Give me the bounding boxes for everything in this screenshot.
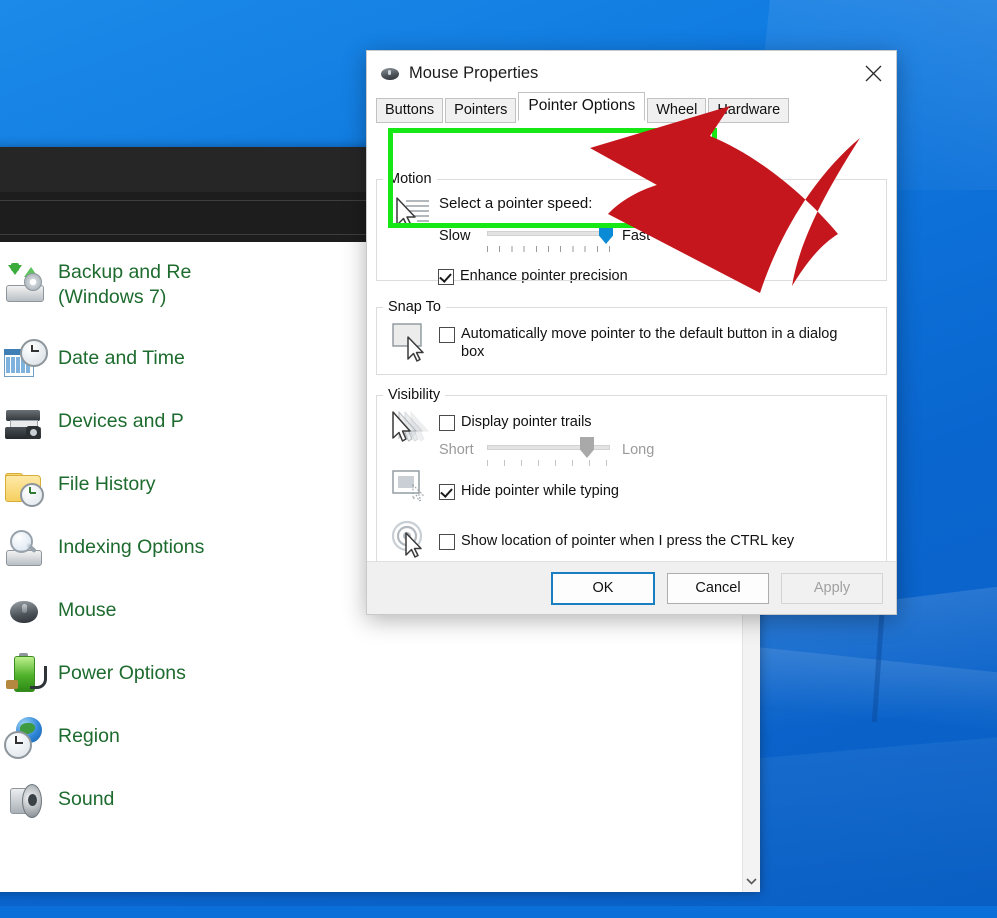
region-icon	[2, 715, 48, 759]
mouse-icon	[381, 67, 399, 80]
pointer-speed-icon	[387, 193, 439, 239]
cancel-button[interactable]: Cancel	[667, 572, 769, 604]
pointer-speed-slider[interactable]: Slow Fast	[439, 223, 876, 252]
slow-label: Slow	[439, 228, 471, 244]
checkbox-box[interactable]	[439, 415, 455, 431]
display-pointer-trails-checkbox[interactable]: Display pointer trails	[439, 413, 876, 431]
list-item[interactable]: Indexing Options	[2, 516, 322, 579]
list-item[interactable]: Region	[2, 705, 322, 768]
checkbox-label: Display pointer trails	[461, 414, 592, 430]
file-history-icon	[2, 463, 48, 507]
ok-button[interactable]: OK	[551, 571, 655, 605]
pointer-trails-slider[interactable]: Short Long	[439, 437, 876, 466]
pointer-speed-label: Select a pointer speed:	[439, 195, 593, 212]
show-location-icon	[387, 519, 439, 565]
dialog-button-row: OK Cancel Apply	[367, 561, 896, 614]
list-item[interactable]: Power Options	[2, 642, 322, 705]
tab-wheel[interactable]: Wheel	[647, 98, 707, 123]
list-item-label: Devices and P	[58, 410, 184, 432]
visibility-legend: Visibility	[388, 387, 441, 403]
list-item[interactable]: Date and Time	[2, 327, 322, 390]
dialog-titlebar: Mouse Properties	[367, 51, 896, 96]
checkbox-box[interactable]	[438, 269, 454, 285]
tab-pointers[interactable]: Pointers	[445, 98, 517, 123]
pointer-options-panel: Motion Select a pointer speed: Slow Fast…	[376, 171, 887, 601]
slider-ticks	[487, 460, 610, 466]
motion-legend: Motion	[388, 171, 432, 187]
checkbox-box[interactable]	[439, 327, 455, 343]
tab-hardware[interactable]: Hardware	[708, 98, 790, 123]
indexing-options-icon	[2, 526, 48, 570]
list-item-label: Power Options	[58, 662, 186, 684]
list-item[interactable]: Sound	[2, 768, 322, 831]
list-item[interactable]: Mouse	[2, 579, 322, 642]
snap-to-icon	[387, 321, 439, 367]
checkbox-box[interactable]	[439, 534, 455, 550]
visibility-group: Visibility Display pointer trails Short …	[376, 387, 887, 579]
mouse-properties-dialog: Mouse Properties Buttons Pointers Pointe…	[366, 50, 897, 615]
show-location-checkbox[interactable]: Show location of pointer when I press th…	[439, 532, 876, 550]
list-item-label: Sound	[58, 788, 115, 810]
list-item[interactable]: Devices and P	[2, 390, 322, 453]
apply-button[interactable]: Apply	[781, 572, 883, 604]
motion-group: Motion Select a pointer speed: Slow Fast	[376, 171, 887, 281]
hide-pointer-icon	[387, 469, 439, 515]
auto-move-pointer-checkbox[interactable]: Automatically move pointer to the defaul…	[439, 325, 876, 361]
backup-and-restore-icon	[2, 262, 48, 307]
slider-thumb[interactable]	[599, 223, 613, 244]
pointer-trails-icon	[387, 409, 439, 455]
tab-pointer-options[interactable]: Pointer Options	[518, 92, 646, 121]
list-item[interactable]: File History	[2, 453, 322, 516]
checkbox-box[interactable]	[439, 484, 455, 500]
list-item-label: Region	[58, 725, 120, 747]
tab-strip: Buttons Pointers Pointer Options Wheel H…	[367, 92, 896, 123]
list-item[interactable]: Backup and Re (Windows 7)	[2, 242, 322, 327]
short-label: Short	[439, 442, 474, 458]
list-item-label: File History	[58, 473, 156, 495]
power-options-icon	[2, 652, 48, 696]
control-panel-right-column: Backup and Re (Windows 7) Date and Time …	[2, 242, 322, 831]
wallpaper-shape	[760, 731, 997, 918]
devices-and-printers-icon	[2, 400, 48, 444]
fast-label: Fast	[622, 228, 651, 244]
checkbox-label: Hide pointer while typing	[461, 483, 619, 499]
sound-icon	[2, 778, 48, 822]
tab-buttons[interactable]: Buttons	[376, 98, 444, 123]
checkbox-label: Automatically move pointer to the defaul…	[461, 326, 838, 360]
mouse-icon	[2, 589, 48, 633]
slider-thumb[interactable]	[580, 437, 594, 458]
slider-track[interactable]	[487, 231, 610, 236]
dialog-title: Mouse Properties	[409, 64, 539, 82]
long-label: Long	[622, 442, 655, 458]
close-icon[interactable]	[850, 51, 896, 96]
date-and-time-icon	[2, 337, 48, 381]
list-item-label: Date and Time	[58, 347, 185, 369]
hide-pointer-while-typing-checkbox[interactable]: Hide pointer while typing	[439, 482, 876, 500]
list-item-label: Backup and Re (Windows 7)	[58, 260, 192, 308]
list-item-label: Indexing Options	[58, 536, 205, 558]
checkbox-label: Show location of pointer when I press th…	[461, 533, 795, 549]
list-item-label: Mouse	[58, 599, 117, 621]
snap-to-group: Snap To Automatically move pointer to th…	[376, 299, 887, 375]
snap-to-legend: Snap To	[388, 299, 441, 315]
scroll-down-icon[interactable]	[743, 874, 760, 888]
slider-ticks	[487, 246, 610, 252]
